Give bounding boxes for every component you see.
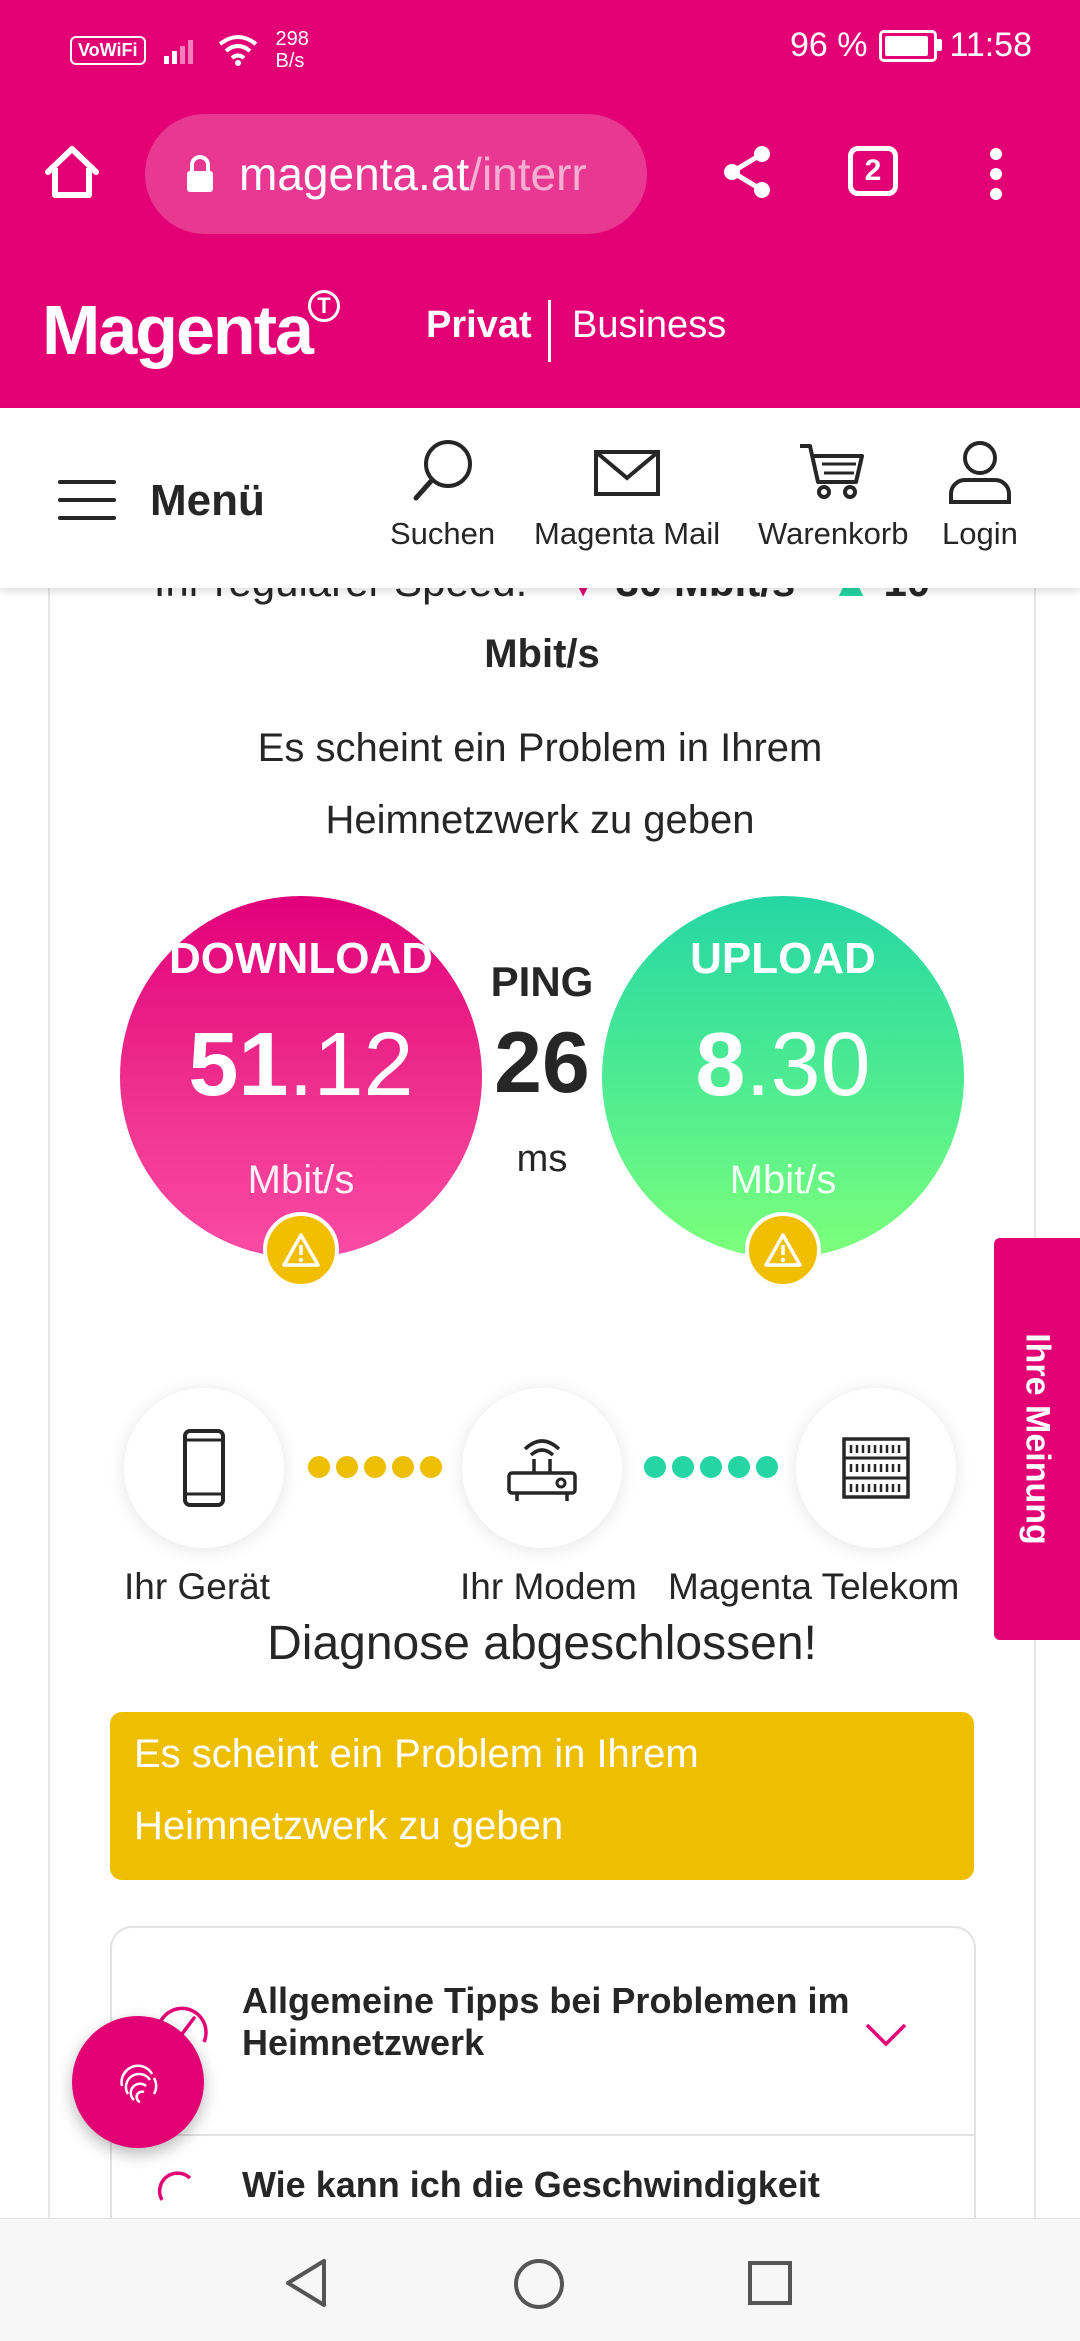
upload-value: 8.30 — [695, 1015, 871, 1115]
search-icon — [413, 440, 472, 501]
warning-alert: Es scheint ein Problem in Ihrem Heimnetz… — [110, 1712, 974, 1880]
battery-icon — [879, 29, 943, 62]
speed-icon — [157, 2171, 192, 2201]
tips-accordion: Allgemeine Tipps bei Problemen im Heimne… — [110, 1926, 976, 2228]
smartphone-icon — [183, 1429, 225, 1507]
chevron-down-icon[interactable] — [864, 2022, 908, 2048]
cart-icon — [800, 444, 865, 499]
share-icon[interactable] — [720, 144, 774, 200]
accordion-item-general-tips[interactable]: Allgemeine Tipps bei Problemen im Heimne… — [112, 1928, 974, 2136]
home-icon[interactable] — [42, 142, 102, 202]
accordion-title: Allgemeine Tipps bei Problemen im Heimne… — [242, 1980, 850, 2063]
modem-telekom-connection-ok — [644, 1456, 778, 1478]
fingerprint-button[interactable] — [72, 2016, 204, 2148]
fingerprint-icon — [120, 2064, 158, 2104]
hamburger-icon[interactable] — [58, 480, 116, 534]
upload-label: UPLOAD — [690, 934, 876, 983]
telekom-label: Magenta Telekom — [668, 1566, 960, 1607]
modem-node — [462, 1388, 622, 1548]
ping-label: PING — [490, 958, 594, 1005]
site-header: Magenta T Privat Business — [0, 260, 1080, 408]
network-speed: 298 B/s — [275, 28, 309, 72]
accordion-item-speed[interactable]: Wie kann ich die Geschwindigkeit — [242, 2164, 862, 2206]
address-bar[interactable]: magenta.at/interr — [145, 114, 647, 234]
device-modem-connection-warning — [308, 1456, 442, 1478]
user-icon — [948, 441, 1011, 504]
clock: 11:58 — [949, 26, 1032, 64]
regular-speed-unit: Mbit/s — [484, 632, 600, 676]
telekom-node — [796, 1388, 956, 1548]
home-nav-icon[interactable] — [512, 2257, 566, 2311]
tab-switcher-button[interactable]: 2 — [848, 146, 898, 196]
upload-warning-icon — [745, 1212, 821, 1288]
nav-search[interactable]: Suchen — [390, 436, 495, 552]
diagnosis-status: Diagnose abgeschlossen! — [267, 1617, 817, 1670]
lock-icon — [187, 155, 213, 192]
speedtest-result-card: Ihr regulärer Speed: ▼ 30 Mbit/s ▲ 10 Mb… — [48, 588, 1036, 2228]
modem-label: Ihr Modem — [460, 1566, 637, 1607]
url-text: magenta.at/interr — [239, 148, 587, 200]
telekom-logo-mark: T — [308, 290, 340, 322]
segment-business-link[interactable]: Business — [572, 304, 726, 347]
magenta-logo[interactable]: Magenta — [42, 290, 314, 370]
download-value: 51.12 — [188, 1015, 414, 1115]
ping-value: 26 — [494, 1015, 590, 1111]
problem-message: Es scheint ein Problem in Ihrem Heimnetz… — [257, 726, 823, 842]
server-icon — [842, 1437, 910, 1499]
nav-magenta-mail[interactable]: Magenta Mail — [534, 436, 720, 552]
more-options-icon[interactable] — [986, 146, 1006, 202]
signal-icon — [163, 40, 193, 64]
download-gauge: DOWNLOAD 51.12 Mbit/s — [120, 896, 482, 1258]
ping-unit: ms — [516, 1138, 568, 1180]
device-label: Ihr Gerät — [124, 1566, 270, 1607]
wifi-icon — [218, 35, 257, 66]
battery-percent: 96 % — [789, 26, 868, 64]
back-icon[interactable] — [282, 2257, 330, 2309]
recent-apps-icon[interactable] — [746, 2259, 794, 2307]
segment-divider — [548, 300, 551, 362]
upload-gauge: UPLOAD 8.30 Mbit/s — [602, 896, 964, 1258]
nav-cart[interactable]: Warenkorb — [758, 436, 908, 552]
router-icon — [507, 1439, 577, 1501]
system-navigation-bar — [0, 2218, 1080, 2341]
segment-privat-link[interactable]: Privat — [426, 304, 532, 347]
download-label: DOWNLOAD — [169, 934, 433, 983]
upload-unit: Mbit/s — [729, 1158, 837, 1202]
mail-icon — [594, 450, 661, 496]
device-node — [124, 1388, 284, 1548]
regular-speed-line: Ihr regulärer Speed: ▼ 30 Mbit/s ▲ 10 — [50, 588, 1034, 606]
nav-login[interactable]: Login — [942, 436, 1018, 552]
feedback-tab[interactable]: Ihre Meinung — [994, 1238, 1080, 1640]
browser-toolbar: magenta.at/interr 2 — [0, 100, 1080, 260]
main-nav: Menü Suchen Magenta Mail Warenkorb Login — [0, 408, 1080, 588]
download-warning-icon — [263, 1212, 339, 1288]
vowifi-badge: VoWiFi — [70, 35, 146, 65]
menu-button[interactable]: Menü — [150, 476, 265, 526]
download-unit: Mbit/s — [247, 1158, 355, 1202]
status-bar: VoWiFi 298 B/s 96 % 11:58 — [0, 0, 1080, 100]
